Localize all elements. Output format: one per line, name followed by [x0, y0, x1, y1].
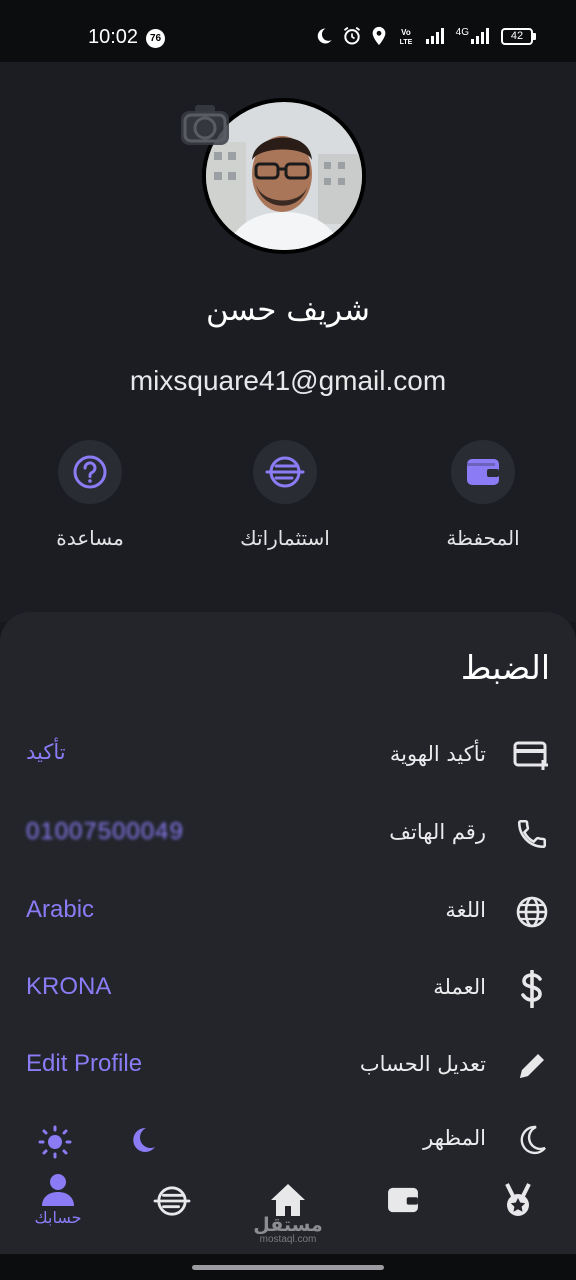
user-name: شريف حسن	[205, 292, 371, 328]
signal-icon	[425, 28, 444, 44]
settings-row-identity[interactable]: تأكيد الهوية تأكيد	[0, 726, 576, 786]
notification-count-badge: 76	[146, 29, 165, 48]
identity-confirm-link[interactable]: تأكيد	[26, 740, 66, 764]
watermark-main: مستقل	[253, 1214, 323, 1236]
settings-row-edit-profile[interactable]: تعديل الحساب Edit Profile	[0, 1036, 576, 1096]
watermark: مستقل mostaql.com	[246, 1214, 330, 1246]
help-circle-icon	[58, 440, 122, 504]
settings-row-language[interactable]: اللغة Arabic	[0, 882, 576, 942]
phone-value: 01007500049	[26, 818, 184, 845]
investment-coin-icon	[153, 1186, 191, 1216]
identity-label: تأكيد الهوية	[389, 742, 486, 766]
battery-icon: 42	[501, 27, 536, 45]
dark-mode-moon-icon[interactable]	[128, 1125, 158, 1163]
wallet-action[interactable]: المحفظة	[403, 440, 563, 550]
nav-wallet[interactable]	[363, 1186, 443, 1214]
currency-value[interactable]: KRONA	[26, 973, 111, 1001]
change-photo-camera-icon[interactable]	[179, 101, 231, 147]
nav-investments[interactable]	[132, 1184, 212, 1218]
do-not-disturb-moon-icon	[317, 28, 332, 44]
nav-account-label: حسابك	[34, 1208, 82, 1227]
nav-account[interactable]: حسابك	[18, 1172, 98, 1227]
help-label: مساعدة	[56, 526, 124, 550]
status-bar: 10:02 76 Vo LTE 4G 42	[0, 0, 576, 62]
phone-icon	[512, 814, 552, 854]
svg-text:Vo: Vo	[401, 28, 411, 37]
investments-label: استثماراتك	[240, 526, 330, 550]
pencil-icon	[512, 1046, 552, 1086]
wallet-icon	[388, 1187, 418, 1213]
appearance-toggle	[38, 1125, 158, 1163]
user-email: mixsquare41@gmail.com	[129, 365, 447, 396]
signal-2-icon	[471, 28, 489, 44]
gesture-area	[0, 1254, 576, 1280]
battery-level: 42	[501, 27, 533, 45]
svg-text:LTE: LTE	[399, 39, 412, 46]
nav-rewards[interactable]	[478, 1182, 558, 1218]
location-icon	[372, 26, 386, 46]
globe-icon	[512, 892, 552, 932]
language-value[interactable]: Arabic	[26, 896, 94, 924]
network-type-label: 4G	[455, 26, 469, 38]
settings-row-phone[interactable]: رقم الهاتف 01007500049	[0, 804, 576, 864]
home-icon	[271, 1184, 305, 1216]
home-gesture-bar[interactable]	[192, 1265, 384, 1270]
appearance-label: المظهر	[423, 1126, 486, 1150]
moon-icon	[512, 1120, 552, 1160]
status-time: 10:02	[88, 26, 139, 48]
edit-profile-label: تعديل الحساب	[359, 1052, 486, 1076]
nav-home[interactable]	[248, 1182, 328, 1218]
alarm-icon	[343, 26, 360, 45]
currency-label: العملة	[433, 975, 486, 999]
language-label: اللغة	[445, 898, 486, 922]
phone-label: رقم الهاتف	[389, 820, 486, 844]
help-action[interactable]: مساعدة	[10, 440, 170, 550]
edit-profile-link[interactable]: Edit Profile	[26, 1050, 142, 1078]
id-card-add-icon	[512, 736, 552, 776]
dollar-icon	[512, 969, 552, 1009]
wallet-label: المحفظة	[446, 526, 520, 550]
volte-icon: Vo LTE	[399, 28, 412, 46]
light-mode-sun-icon[interactable]	[38, 1125, 72, 1163]
profile-icon	[42, 1174, 74, 1206]
investment-coin-icon	[253, 440, 317, 504]
settings-title: الضبط	[460, 648, 550, 687]
investments-action[interactable]: استثماراتك	[205, 440, 365, 550]
wallet-icon	[451, 440, 515, 504]
medal-icon	[505, 1183, 531, 1216]
settings-row-currency[interactable]: العملة KRONA	[0, 959, 576, 1019]
